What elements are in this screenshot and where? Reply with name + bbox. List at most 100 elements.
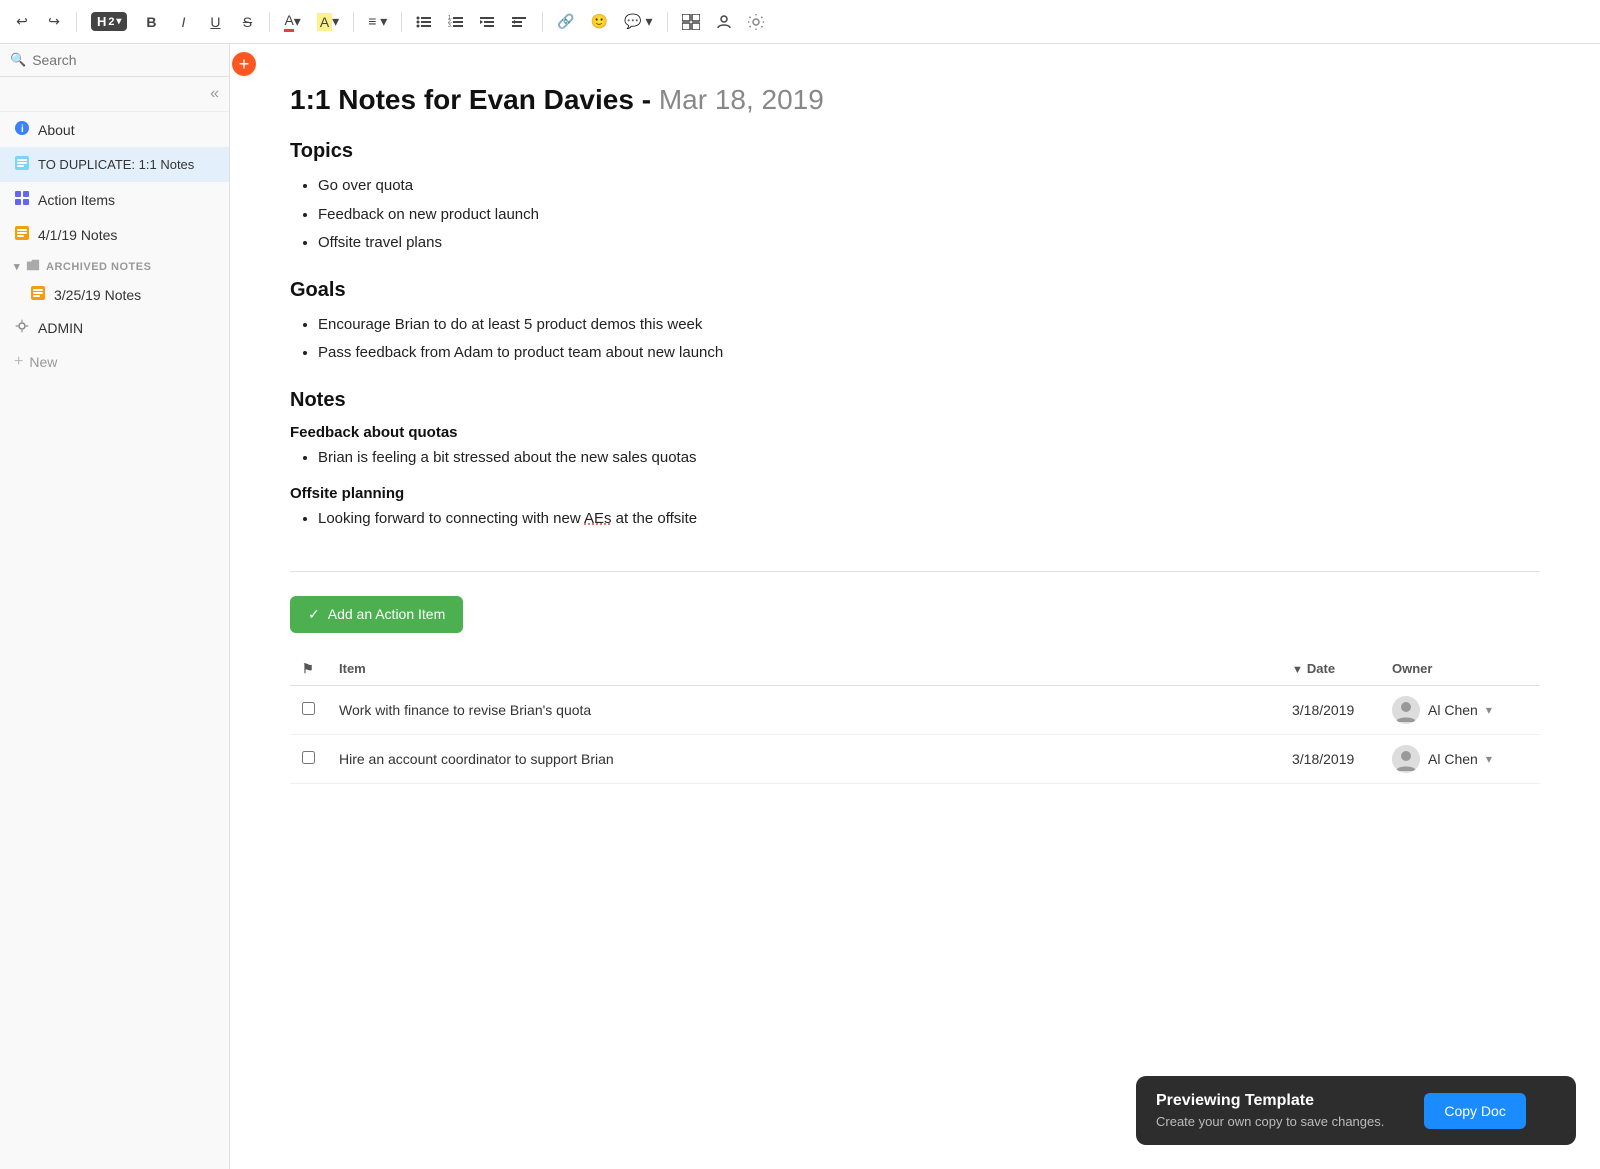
- emoji-button[interactable]: 🙂: [585, 8, 614, 36]
- link-button[interactable]: 🔗: [551, 8, 580, 36]
- info-icon: i: [14, 120, 30, 139]
- highlight-icon: A: [317, 13, 332, 31]
- new-label: New: [29, 354, 57, 370]
- h2-label: H2 ▾: [91, 12, 127, 31]
- highlight-button[interactable]: A ▾: [311, 8, 345, 36]
- row-owner: Al Chen ▾: [1380, 734, 1540, 783]
- aes-text: AEs: [584, 510, 612, 527]
- sidebar-item-label: Action Items: [38, 192, 115, 208]
- divider-4: [401, 12, 402, 32]
- action-checkbox[interactable]: [302, 751, 315, 764]
- italic-button[interactable]: I: [169, 8, 197, 36]
- row-checkbox[interactable]: [290, 685, 327, 734]
- owner-dropdown-arrow[interactable]: ▾: [1486, 752, 1492, 766]
- table-button[interactable]: [676, 8, 706, 36]
- archived-notes-section: ▾ ARCHIVED NOTES: [0, 252, 229, 279]
- sidebar-item-about[interactable]: i About: [0, 112, 229, 147]
- goals-heading: Goals: [290, 279, 1540, 302]
- note-icon: [14, 225, 30, 244]
- sidebar-item-action-items[interactable]: Action Items: [0, 182, 229, 217]
- copy-doc-button[interactable]: Copy Doc: [1424, 1093, 1525, 1129]
- folder-icon: [26, 258, 40, 275]
- list-item: Go over quota: [318, 175, 1540, 198]
- preview-subtitle: Create your own copy to save changes.: [1156, 1114, 1384, 1129]
- person-icon: [716, 14, 732, 30]
- notes-heading: Notes: [290, 389, 1540, 412]
- collapse-arrow-icon[interactable]: ▾: [14, 260, 20, 273]
- admin-gear-icon: [14, 318, 30, 337]
- svg-text:3.: 3.: [448, 23, 452, 29]
- person-button[interactable]: [710, 8, 738, 36]
- align-button[interactable]: ≡ ▾: [362, 8, 393, 36]
- heading-button[interactable]: H2 ▾: [85, 8, 133, 36]
- owner-name: Al Chen: [1428, 702, 1478, 718]
- notes-subheading-feedback: Feedback about quotas: [290, 424, 1540, 441]
- ordered-list-icon: 1.2.3.: [448, 14, 464, 30]
- plus-icon: +: [14, 353, 23, 371]
- owner-name: Al Chen: [1428, 751, 1478, 767]
- bold-button[interactable]: B: [137, 8, 165, 36]
- list-item: Pass feedback from Adam to product team …: [318, 342, 1540, 365]
- notes-offsite-list: Looking forward to connecting with new A…: [290, 508, 1540, 531]
- list-item: Encourage Brian to do at least 5 product…: [318, 314, 1540, 337]
- notes-subheading-offsite: Offsite planning: [290, 485, 1540, 502]
- list-item: Looking forward to connecting with new A…: [318, 508, 1540, 531]
- indent-in-button[interactable]: [474, 8, 502, 36]
- settings-icon-button[interactable]: [742, 8, 770, 36]
- sidebar-item-notes-3-25[interactable]: 3/25/19 Notes: [0, 279, 229, 310]
- action-checkbox[interactable]: [302, 702, 315, 715]
- doc-title-text: 1:1 Notes for Evan Davies -: [290, 84, 651, 115]
- list-item: Offsite travel plans: [318, 232, 1540, 255]
- sidebar-item-to-duplicate[interactable]: TO DUPLICATE: 1:1 Notes: [0, 147, 229, 182]
- font-color-icon: A: [284, 12, 293, 32]
- filter-icon: ▼: [1292, 664, 1303, 676]
- search-input[interactable]: [32, 52, 219, 68]
- table-row: Hire an account coordinator to support B…: [290, 734, 1540, 783]
- underline-button[interactable]: U: [201, 8, 229, 36]
- preview-text: Previewing Template Create your own copy…: [1156, 1092, 1384, 1129]
- comment-button[interactable]: 💬 ▾: [618, 8, 658, 36]
- preview-banner: Previewing Template Create your own copy…: [1136, 1076, 1576, 1145]
- table-header-item: Item: [327, 653, 1280, 686]
- divider-1: [76, 12, 77, 32]
- sidebar-item-label: TO DUPLICATE: 1:1 Notes: [38, 157, 194, 172]
- bullet-list-button[interactable]: [410, 8, 438, 36]
- add-action-item-label: Add an Action Item: [328, 606, 446, 622]
- owner-dropdown-arrow[interactable]: ▾: [1486, 703, 1492, 717]
- table-header-date: ▼Date: [1280, 653, 1380, 686]
- ordered-list-button[interactable]: 1.2.3.: [442, 8, 470, 36]
- strikethrough-button[interactable]: S: [233, 8, 261, 36]
- undo-button[interactable]: ↩: [8, 8, 36, 36]
- main-layout: 🔍 + « i About TO DUPLICATE: 1:1 Notes: [0, 44, 1600, 1169]
- divider-6: [667, 12, 668, 32]
- content-divider: [290, 571, 1540, 572]
- topics-heading: Topics: [290, 140, 1540, 163]
- indent-in-icon: [480, 14, 496, 30]
- sidebar-item-notes-4-1[interactable]: 4/1/19 Notes: [0, 217, 229, 252]
- divider-2: [269, 12, 270, 32]
- add-action-item-button[interactable]: ✓ Add an Action Item: [290, 596, 463, 633]
- sidebar-item-label: 4/1/19 Notes: [38, 227, 117, 243]
- new-item-button[interactable]: + New: [0, 345, 229, 379]
- settings-icon: [748, 14, 764, 30]
- checkmark-icon: ✓: [308, 606, 320, 623]
- avatar: [1392, 696, 1420, 724]
- list-item: Brian is feeling a bit stressed about th…: [318, 447, 1540, 470]
- indent-out-button[interactable]: [506, 8, 534, 36]
- row-owner: Al Chen ▾: [1380, 685, 1540, 734]
- row-checkbox[interactable]: [290, 734, 327, 783]
- grid-icon: [14, 190, 30, 209]
- doc-icon: [14, 155, 30, 174]
- row-date: 3/18/2019: [1280, 685, 1380, 734]
- sidebar-item-label: ADMIN: [38, 320, 83, 336]
- redo-button[interactable]: ↪: [40, 8, 68, 36]
- table-row: Work with finance to revise Brian's quot…: [290, 685, 1540, 734]
- offsite-text-after: at the offsite: [612, 510, 698, 527]
- row-item: Hire an account coordinator to support B…: [327, 734, 1280, 783]
- font-color-button[interactable]: A ▾: [278, 8, 306, 36]
- collapse-sidebar-button[interactable]: «: [210, 85, 219, 103]
- indent-out-icon: [512, 14, 528, 30]
- doc-title: 1:1 Notes for Evan Davies - Mar 18, 2019: [290, 84, 1540, 116]
- sidebar-item-admin[interactable]: ADMIN: [0, 310, 229, 345]
- offsite-text-before: Looking forward to connecting with new: [318, 510, 584, 527]
